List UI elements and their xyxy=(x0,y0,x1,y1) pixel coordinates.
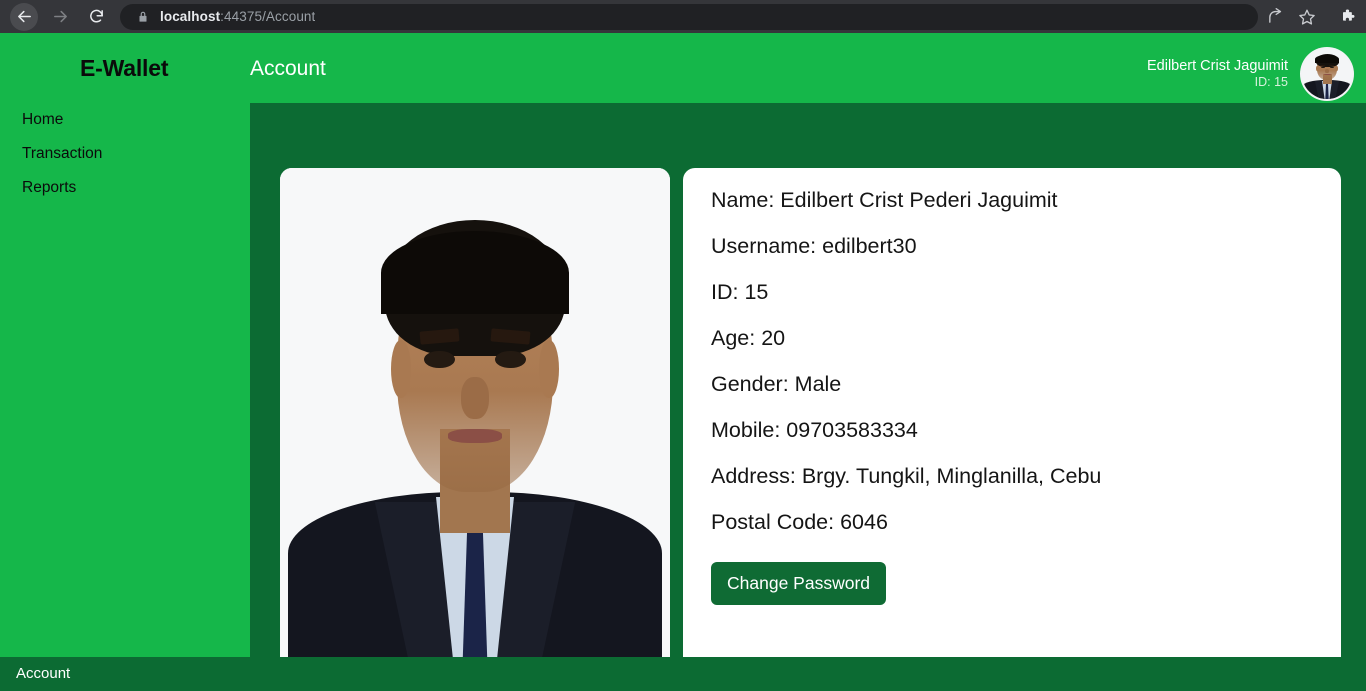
user-id: ID: 15 xyxy=(1254,75,1288,90)
reload-icon xyxy=(89,9,103,23)
user-name: Edilbert Crist Jaguimit xyxy=(1146,57,1288,74)
detail-age: Age: 20 xyxy=(711,326,786,350)
browser-toolbar: localhost:44375/Account xyxy=(0,0,1366,33)
profile-photo xyxy=(280,168,670,690)
application-root: E-Wallet Account Edilbert Crist Jaguimit… xyxy=(0,33,1366,691)
sidebar-item-reports[interactable]: Reports xyxy=(0,171,250,205)
sidebar-item-home[interactable]: Home xyxy=(0,103,250,137)
avatar[interactable] xyxy=(1300,47,1354,101)
back-button[interactable] xyxy=(10,2,38,31)
detail-gender: Gender: Male xyxy=(711,372,842,396)
forward-button[interactable] xyxy=(46,3,74,31)
detail-postal-code: Postal Code: 6046 xyxy=(711,510,888,534)
user-avatar-photo xyxy=(1302,49,1352,99)
profile-photo-card xyxy=(280,168,670,690)
detail-username: Username: edilbert30 xyxy=(711,234,917,258)
detail-id: ID: 15 xyxy=(711,280,769,304)
reload-button[interactable] xyxy=(82,3,110,31)
detail-mobile: Mobile: 09703583334 xyxy=(711,418,918,442)
detail-name: Name: Edilbert Crist Pederi Jaguimit xyxy=(711,188,1058,212)
arrow-right-icon xyxy=(53,10,67,23)
sidebar-item-transaction[interactable]: Transaction xyxy=(0,137,250,171)
lock-icon xyxy=(139,11,147,22)
user-text-block: Edilbert Crist Jaguimit ID: 15 xyxy=(1147,58,1288,90)
sidebar: Home Transaction Reports xyxy=(0,103,250,657)
share-button[interactable] xyxy=(1262,4,1288,30)
app-header: E-Wallet Account Edilbert Crist Jaguimit… xyxy=(0,33,1366,103)
detail-address: Address: Brgy. Tungkil, Minglanilla, Ceb… xyxy=(711,464,1102,488)
page-title: Account xyxy=(250,57,326,80)
extensions-button[interactable] xyxy=(1336,4,1362,30)
user-profile-widget[interactable]: Edilbert Crist Jaguimit ID: 15 xyxy=(1147,47,1354,101)
change-password-button[interactable]: Change Password xyxy=(711,562,886,605)
share-icon xyxy=(1268,8,1281,23)
arrow-left-icon xyxy=(17,10,31,23)
star-icon xyxy=(1299,9,1315,25)
brand-logo[interactable]: E-Wallet xyxy=(80,55,168,82)
account-details-card: Name: Edilbert Crist Pederi Jaguimit Use… xyxy=(683,168,1341,690)
address-bar[interactable]: localhost:44375/Account xyxy=(120,3,1258,30)
bookmark-button[interactable] xyxy=(1294,4,1320,30)
puzzle-piece-icon xyxy=(1343,8,1355,21)
footer-text: Account xyxy=(16,665,71,682)
footer-bar: Account xyxy=(0,657,1366,691)
url-text: localhost:44375/Account xyxy=(160,9,316,24)
content-area: Name: Edilbert Crist Pederi Jaguimit Use… xyxy=(250,103,1366,690)
